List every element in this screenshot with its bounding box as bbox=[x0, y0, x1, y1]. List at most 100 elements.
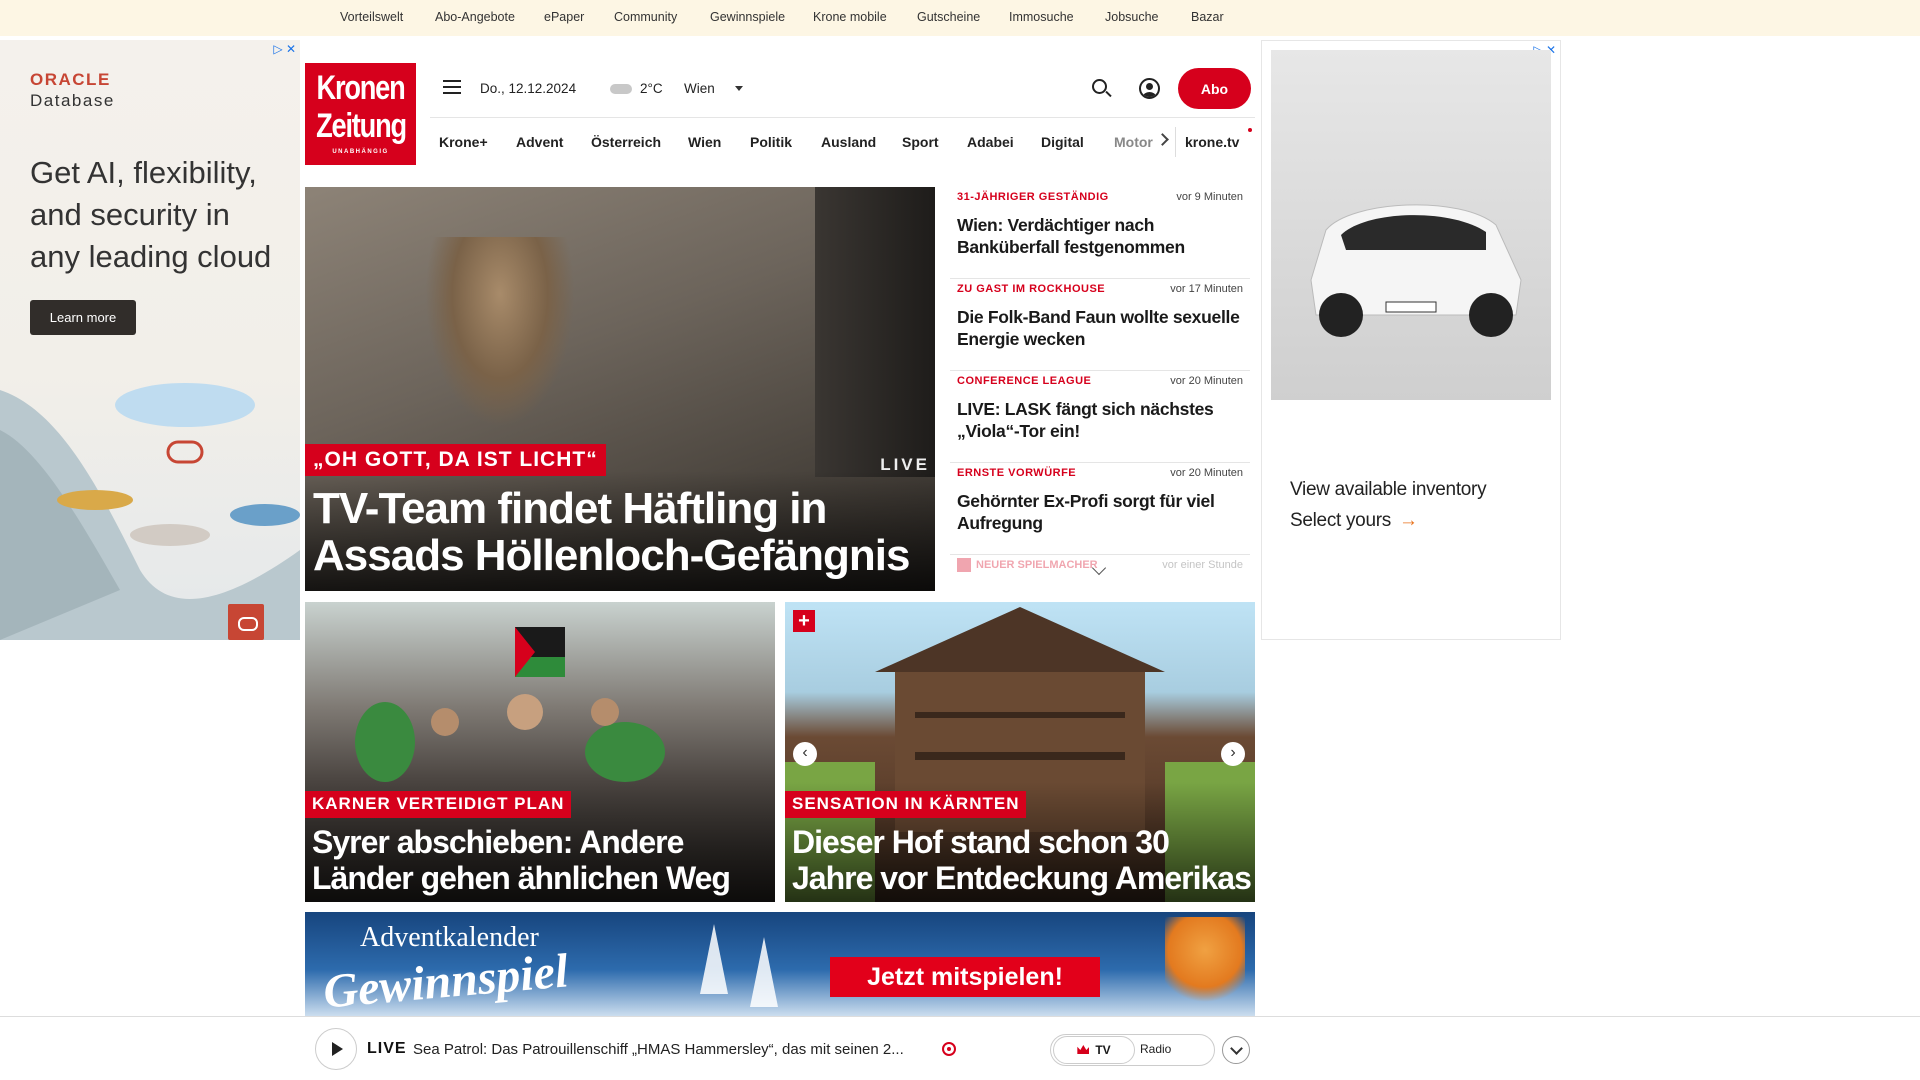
hero-title[interactable]: TV-Team findet Häftling in Assads Höllen… bbox=[313, 485, 913, 579]
krone-plus-icon bbox=[957, 558, 971, 572]
banner-cta-button[interactable]: Jetzt mitspielen! bbox=[830, 957, 1100, 997]
banner-subtitle: Gewinnspiel bbox=[321, 944, 571, 1017]
broadcast-icon bbox=[942, 1042, 956, 1056]
hero-image-door bbox=[815, 187, 935, 477]
tv-label: TV bbox=[1095, 1043, 1111, 1057]
card-kicker: SENSATION IN KÄRNTEN bbox=[785, 791, 1027, 818]
advent-banner[interactable]: Adventkalender Gewinnspiel Jetzt mitspie… bbox=[305, 912, 1255, 1017]
ticker-time: vor einer Stunde bbox=[1162, 559, 1243, 571]
fox-mascot-icon bbox=[1165, 917, 1245, 1012]
nav-item-ausland[interactable]: Ausland bbox=[821, 134, 876, 150]
topbar-link-gewinnspiele[interactable]: Gewinnspiele bbox=[710, 10, 785, 24]
tree-decoration bbox=[750, 937, 778, 1007]
ticker-item[interactable]: CONFERENCE LEAGUE vor 20 Minuten LIVE: L… bbox=[950, 371, 1250, 463]
play-icon[interactable] bbox=[315, 1028, 357, 1070]
nav-item-motor[interactable]: Motor bbox=[1114, 134, 1153, 150]
live-indicator-dot bbox=[1248, 128, 1252, 132]
player-now-playing[interactable]: Sea Patrol: Das Patrouillenschiff „HMAS … bbox=[413, 1041, 904, 1058]
nav-item-krone-tv[interactable]: krone.tv bbox=[1185, 134, 1239, 150]
ticker-headline[interactable]: LIVE: LASK fängt sich nächstes „Viola“-T… bbox=[957, 398, 1242, 442]
ad-learn-more-button[interactable]: Learn more bbox=[30, 300, 136, 335]
left-ad-oracle[interactable]: ▷ ✕ ORACLE Database Get AI, flexibility,… bbox=[0, 40, 300, 640]
nav-item-sport[interactable]: Sport bbox=[902, 134, 939, 150]
carousel-next-icon[interactable]: › bbox=[1221, 742, 1245, 766]
search-icon[interactable] bbox=[1092, 79, 1107, 94]
header-temperature: 2°C bbox=[640, 81, 663, 96]
ticker-time: vor 9 Minuten bbox=[1176, 191, 1243, 203]
ticker-kicker: NEUER SPIELMACHER bbox=[976, 559, 1098, 571]
ticker-time: vor 20 Minuten bbox=[1170, 467, 1243, 479]
ad-select-text: Select yours bbox=[1290, 510, 1391, 531]
arrow-right-icon: → bbox=[1398, 510, 1418, 531]
hero-article[interactable]: LIVE „OH GOTT, DA IST LICHT“ TV-Team fin… bbox=[305, 187, 935, 591]
ticker-kicker: ZU GAST IM ROCKHOUSE bbox=[957, 283, 1106, 295]
category-nav: Krone+ Advent Österreich Wien Politik Au… bbox=[430, 117, 1255, 167]
topbar-link-gutscheine[interactable]: Gutscheine bbox=[917, 10, 980, 24]
kronen-zeitung-logo[interactable]: Kronen Zeitung UNABHÄNGIG bbox=[305, 63, 416, 165]
abo-button[interactable]: Abo bbox=[1178, 68, 1251, 109]
ticker-item[interactable]: ERNSTE VORWÜRFE vor 20 Minuten Gehörnter… bbox=[950, 463, 1250, 555]
card-kicker: KARNER VERTEIDIGT PLAN bbox=[305, 791, 572, 818]
hero-image-figure bbox=[425, 237, 575, 427]
ad-brand-name: ORACLE bbox=[30, 70, 111, 89]
topbar-link-abo-angebote[interactable]: Abo-Angebote bbox=[435, 10, 515, 24]
ad-car-image bbox=[1271, 50, 1551, 400]
ticker-headline[interactable]: Die Folk-Band Faun wollte sexuelle Energ… bbox=[957, 306, 1242, 350]
ticker-kicker: ERNSTE VORWÜRFE bbox=[957, 467, 1077, 479]
tv-toggle-button[interactable]: TV bbox=[1053, 1036, 1135, 1064]
radio-toggle-button[interactable]: Radio bbox=[1140, 1042, 1171, 1056]
article-card[interactable]: KARNER VERTEIDIGT PLAN Syrer abschieben:… bbox=[305, 602, 775, 902]
ad-select-link[interactable]: Select yours → bbox=[1290, 510, 1418, 532]
topbar-link-jobsuche[interactable]: Jobsuche bbox=[1105, 10, 1159, 24]
topbar-link-immosuche[interactable]: Immosuche bbox=[1009, 10, 1074, 24]
logo-line-2: Zeitung bbox=[316, 107, 407, 145]
ad-inventory-text: View available inventory bbox=[1290, 479, 1487, 500]
ticker-item[interactable]: 31-JÄHRIGER GESTÄNDIG vor 9 Minuten Wien… bbox=[950, 187, 1250, 279]
topbar-link-bazar[interactable]: Bazar bbox=[1191, 10, 1224, 24]
ticker-headline[interactable]: Wien: Verdächtiger nach Banküberfall fes… bbox=[957, 214, 1242, 258]
ad-brand-product: Database bbox=[30, 91, 115, 110]
hero-kicker: „OH GOTT, DA IST LICHT“ bbox=[305, 444, 606, 476]
topbar-link-community[interactable]: Community bbox=[614, 10, 677, 24]
nav-item-oesterreich[interactable]: Österreich bbox=[591, 134, 661, 150]
ticker-time: vor 20 Minuten bbox=[1170, 375, 1243, 387]
logo-tagline: UNABHÄNGIG bbox=[332, 149, 389, 155]
ticker-kicker: CONFERENCE LEAGUE bbox=[957, 375, 1092, 387]
oracle-logo-icon bbox=[228, 604, 264, 640]
article-card[interactable]: + ‹ › SENSATION IN KÄRNTEN Dieser Hof st… bbox=[785, 602, 1255, 902]
tree-decoration bbox=[700, 924, 728, 994]
ticker-item[interactable]: ZU GAST IM ROCKHOUSE vor 17 Minuten Die … bbox=[950, 279, 1250, 371]
carousel-prev-icon[interactable]: ‹ bbox=[793, 742, 817, 766]
nav-item-digital[interactable]: Digital bbox=[1041, 134, 1084, 150]
nav-item-adabei[interactable]: Adabei bbox=[967, 134, 1014, 150]
card-title[interactable]: Dieser Hof stand schon 30 Jahre vor Entd… bbox=[792, 824, 1252, 896]
card-title[interactable]: Syrer abschieben: Andere Länder gehen äh… bbox=[312, 824, 772, 896]
user-account-icon[interactable] bbox=[1139, 78, 1160, 99]
topbar-link-krone-mobile[interactable]: Krone mobile bbox=[813, 10, 887, 24]
live-player-bar: LIVE Sea Patrol: Das Patrouillenschiff „… bbox=[0, 1016, 1920, 1080]
topbar-link-epaper[interactable]: ePaper bbox=[544, 10, 584, 24]
crown-icon bbox=[1077, 1045, 1090, 1054]
topbar-link-vorteilswelt[interactable]: Vorteilswelt bbox=[340, 10, 403, 24]
nav-item-krone-plus[interactable]: Krone+ bbox=[439, 134, 488, 150]
hero-live-tag: LIVE bbox=[880, 455, 930, 474]
news-ticker: 31-JÄHRIGER GESTÄNDIG vor 9 Minuten Wien… bbox=[950, 187, 1250, 587]
nav-item-politik[interactable]: Politik bbox=[750, 134, 792, 150]
city-selector[interactable]: Wien bbox=[684, 81, 715, 96]
header-date: Do., 12.12.2024 bbox=[480, 81, 577, 96]
ticker-headline[interactable]: Gehörnter Ex-Profi sorgt für viel Aufreg… bbox=[957, 490, 1242, 534]
ticker-time: vor 17 Minuten bbox=[1170, 283, 1243, 295]
player-live-label: LIVE bbox=[367, 1040, 407, 1057]
logo-line-1: Kronen bbox=[316, 69, 406, 107]
top-utility-bar: Vorteilswelt Abo-Angebote ePaper Communi… bbox=[0, 0, 1920, 36]
weather-cloud-icon bbox=[610, 84, 632, 94]
chevron-down-icon[interactable] bbox=[735, 86, 743, 91]
right-ad-car[interactable]: ▷ ✕ View available inventory Select your… bbox=[1261, 40, 1561, 640]
nav-item-advent[interactable]: Advent bbox=[516, 134, 563, 150]
nav-item-wien[interactable]: Wien bbox=[688, 134, 721, 150]
ticker-kicker: 31-JÄHRIGER GESTÄNDIG bbox=[957, 191, 1109, 203]
hamburger-menu-icon[interactable] bbox=[443, 80, 461, 94]
ad-choices-icon[interactable]: ▷ ✕ bbox=[273, 42, 296, 56]
expand-player-icon[interactable] bbox=[1222, 1036, 1250, 1064]
nav-divider bbox=[1175, 127, 1176, 157]
